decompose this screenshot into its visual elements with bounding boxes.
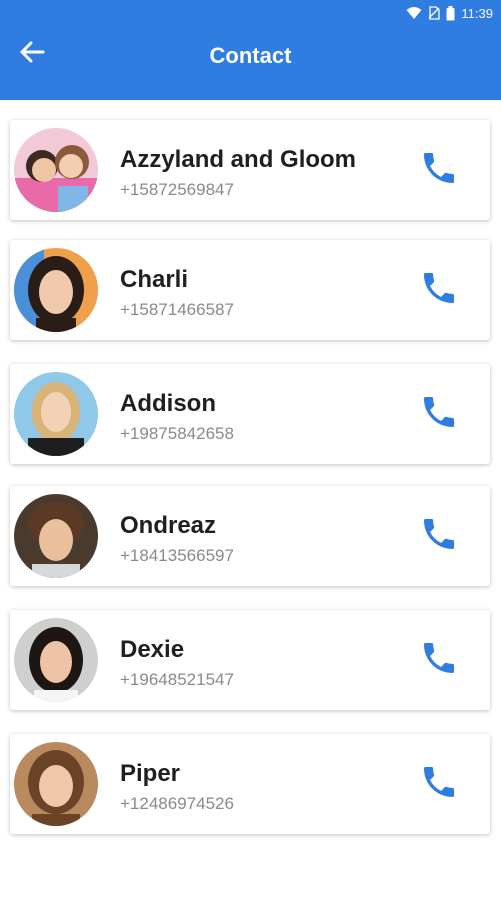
call-button[interactable] <box>414 514 464 558</box>
contact-name: Piper <box>120 760 181 787</box>
avatar <box>14 372 98 456</box>
phone-icon <box>419 762 459 807</box>
avatar <box>14 128 98 212</box>
contact-name: Ondreaz <box>120 512 217 539</box>
contact-name: Addison <box>120 390 216 417</box>
contact-phone: +15871466587 <box>120 300 234 319</box>
phone-icon <box>419 268 459 313</box>
call-button[interactable] <box>414 638 464 682</box>
phone-icon <box>419 514 459 559</box>
app-bar: 11:39 Contact <box>0 0 501 100</box>
contact-name: Dexie <box>120 636 185 663</box>
status-bar: 11:39 <box>406 4 493 22</box>
contact-card[interactable]: Azzyland and Gloom +15872569847 <box>10 120 490 220</box>
avatar <box>14 618 98 702</box>
contact-phone: +12486974526 <box>120 794 234 813</box>
avatar <box>14 742 98 826</box>
phone-icon <box>419 638 459 683</box>
no-sim-icon <box>428 6 441 20</box>
contact-phone: +15872569847 <box>120 180 234 199</box>
status-time: 11:39 <box>461 5 493 21</box>
call-button[interactable] <box>414 268 464 312</box>
page-title: Contact <box>209 43 292 68</box>
contact-card[interactable]: Dexie +19648521547 <box>10 610 490 710</box>
phone-icon <box>419 148 459 193</box>
contact-phone: +19875842658 <box>120 424 234 443</box>
contact-card[interactable]: Piper +12486974526 <box>10 734 490 834</box>
phone-icon <box>419 392 459 437</box>
contact-card[interactable]: Charli +15871466587 <box>10 240 490 340</box>
contact-phone: +19648521547 <box>120 670 234 689</box>
contact-name: Charli <box>120 266 189 293</box>
avatar <box>14 494 98 578</box>
battery-icon <box>446 5 455 21</box>
contact-phone: +18413566597 <box>120 546 234 565</box>
contact-card[interactable]: Addison +19875842658 <box>10 364 490 464</box>
contact-card[interactable]: Ondreaz +18413566597 <box>10 486 490 586</box>
contact-name: Azzyland and Gloom <box>120 146 357 173</box>
call-button[interactable] <box>414 762 464 806</box>
wifi-icon <box>406 6 422 20</box>
call-button[interactable] <box>414 148 464 192</box>
call-button[interactable] <box>414 392 464 436</box>
avatar <box>14 248 98 332</box>
